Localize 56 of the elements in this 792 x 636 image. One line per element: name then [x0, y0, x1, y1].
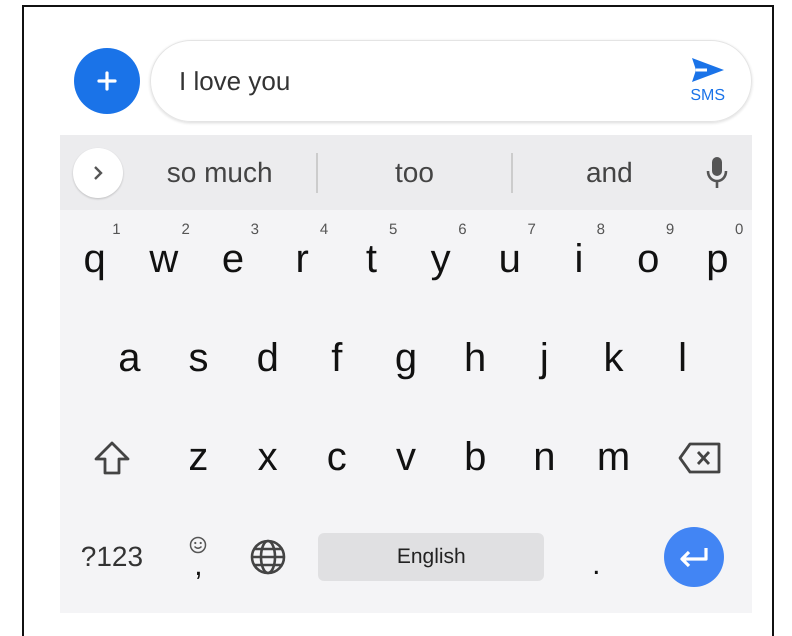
key-hint: 8 [596, 222, 605, 236]
letter-key[interactable]: w 2 [130, 218, 198, 302]
letter-key[interactable]: v [372, 416, 440, 500]
letter-key[interactable]: e 3 [198, 218, 267, 302]
letter-key[interactable]: i 8 [544, 218, 613, 302]
key-hint: 1 [112, 222, 121, 236]
shift-icon [92, 440, 131, 476]
letter-key[interactable]: p 0 [683, 218, 752, 302]
letter-key[interactable]: m [580, 416, 648, 500]
letter-key[interactable]: x [234, 416, 302, 500]
globe-icon [248, 538, 287, 576]
suggestion[interactable]: too [318, 152, 512, 192]
letter-key[interactable]: g [372, 316, 440, 400]
suggestion[interactable]: so much [123, 152, 316, 192]
letter-key[interactable]: r 4 [268, 218, 336, 302]
key-hint: 6 [458, 222, 467, 236]
message-field[interactable]: I love you SMS [150, 40, 752, 122]
chevron-icon [92, 164, 104, 180]
key-hint: 5 [389, 222, 398, 236]
key-hint: 3 [250, 222, 259, 236]
key-hint: 2 [181, 222, 190, 236]
letter-key[interactable]: a [95, 316, 164, 400]
letter-key[interactable]: k [579, 316, 648, 400]
letter-key[interactable]: d [234, 316, 302, 400]
letter-key[interactable]: c [302, 416, 371, 500]
backspace-icon [678, 442, 722, 474]
letter-key[interactable]: j [510, 316, 578, 400]
letter-key[interactable]: l [648, 316, 717, 400]
period-key[interactable]: . [586, 532, 606, 582]
letter-key[interactable]: b [441, 416, 510, 500]
shift-key[interactable] [92, 440, 131, 476]
key-hint: 4 [320, 222, 328, 236]
language-key[interactable] [248, 538, 287, 576]
key-hint: 9 [666, 222, 674, 236]
letter-key[interactable]: h [441, 316, 510, 400]
send-icon [690, 57, 725, 83]
backspace-key[interactable] [678, 442, 722, 474]
key-hint: 7 [527, 222, 536, 236]
send-button[interactable]: SMS [690, 57, 725, 105]
letter-key[interactable]: q 1 [60, 218, 129, 302]
letter-key[interactable]: u 7 [476, 218, 544, 302]
letter-key[interactable]: y 6 [406, 218, 475, 302]
symbols-key[interactable]: ?123 [76, 532, 148, 580]
letter-key[interactable]: z [164, 416, 232, 500]
letter-key[interactable]: n [510, 416, 578, 500]
microphone-icon[interactable] [706, 156, 728, 190]
space-key[interactable]: English [318, 532, 544, 580]
suggestion[interactable]: and [512, 152, 706, 192]
letter-key[interactable]: t 5 [337, 218, 406, 302]
comma-key[interactable]: , [189, 536, 208, 578]
letter-key[interactable]: s [164, 316, 233, 400]
plus-icon [96, 70, 118, 92]
letter-key[interactable]: o 9 [614, 218, 682, 302]
key-hint: 0 [735, 222, 744, 236]
letter-key[interactable]: f [302, 316, 371, 400]
emoji-icon [189, 536, 208, 554]
